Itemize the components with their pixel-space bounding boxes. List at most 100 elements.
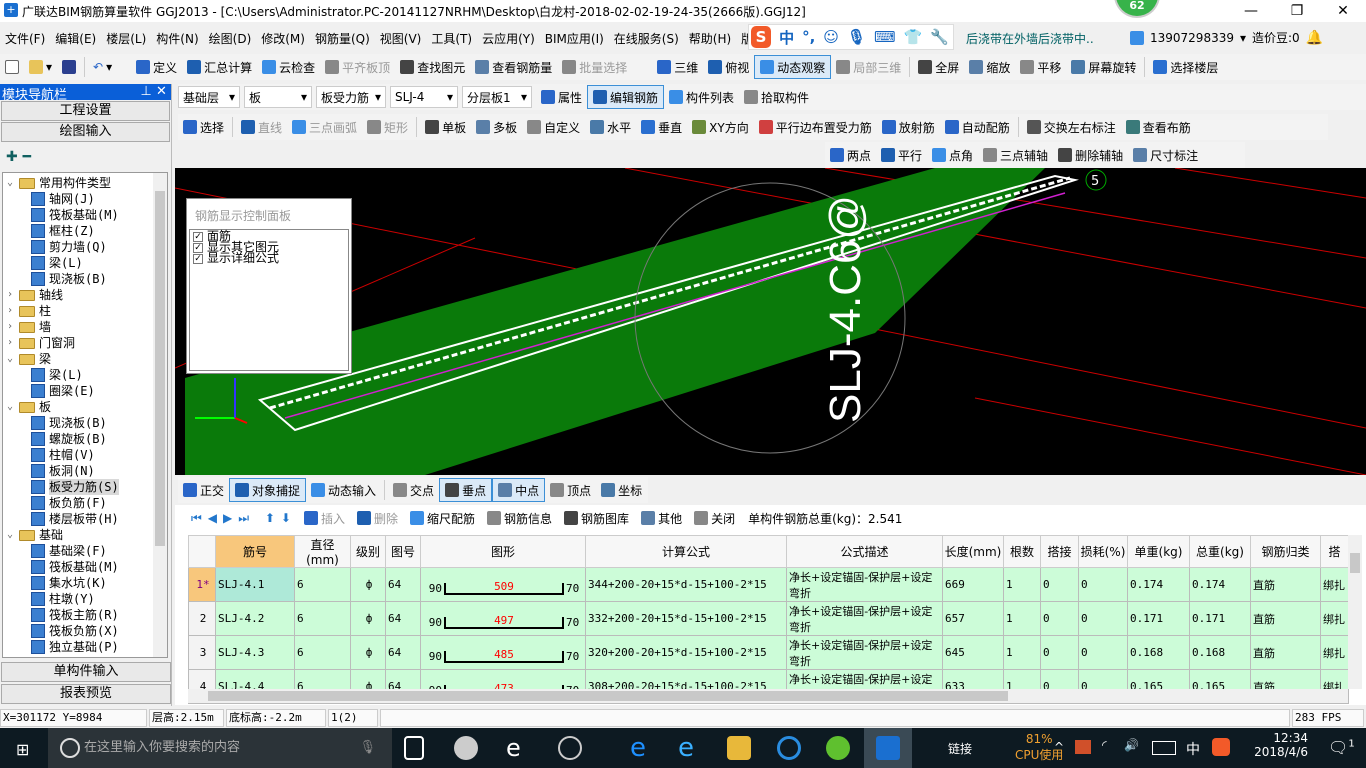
chevron-down-icon[interactable]: ⌄ (7, 175, 19, 191)
cell-code[interactable]: SLJ-4.3 (215, 635, 295, 670)
sogou-tray-icon[interactable] (1212, 738, 1230, 756)
tree-item[interactable]: 现浇板(B) (3, 415, 167, 431)
keyboard-icon[interactable]: ⌨ (874, 28, 896, 46)
toolbar-button[interactable]: 钢筋信息 (482, 506, 557, 530)
toolbar-button[interactable]: 删除辅轴 (1053, 143, 1128, 167)
grid-vscroll[interactable] (1348, 535, 1362, 689)
cell-x[interactable]: 绑扎 (1320, 567, 1349, 602)
tree-item[interactable]: 筏板基础(M) (3, 559, 167, 575)
tree-item[interactable]: 筏板基础(M) (3, 207, 167, 223)
ie-icon[interactable]: e (678, 735, 702, 761)
toolbar-button[interactable]: 两点 (825, 143, 876, 167)
tree-folder[interactable]: › 墙 (3, 319, 167, 335)
toolbar-button[interactable]: 单板 (420, 115, 471, 139)
cell-desc[interactable]: 净长+设定锚固-保护层+设定弯折 (786, 567, 943, 602)
subtype-select[interactable]: 板受力筋 ▾ (316, 86, 386, 108)
column-header[interactable]: 总重(kg) (1189, 535, 1251, 568)
cell-code[interactable]: SLJ-4.1 (215, 567, 295, 602)
tree-item[interactable]: 筏板负筋(X) (3, 623, 167, 639)
tray-chevron-icon[interactable]: ^ (1054, 740, 1064, 754)
toolbar-button[interactable]: 平移 (1015, 55, 1066, 79)
minimize-button[interactable]: — (1228, 0, 1274, 22)
cell-loss[interactable]: 0 (1078, 601, 1128, 636)
menu-item[interactable]: 修改(M) (256, 30, 310, 47)
tree-item[interactable]: 现浇板(B) (3, 271, 167, 287)
layer-select[interactable]: 分层板1 ▾ (462, 86, 532, 108)
chevron-right-icon[interactable]: › (7, 319, 19, 335)
tree-item[interactable]: 轴网(J) (3, 191, 167, 207)
toolbar-button[interactable]: 拾取构件 (739, 85, 814, 109)
cell-cnt[interactable]: 1 (1003, 601, 1041, 636)
toolbar-button[interactable]: 三维 (652, 55, 703, 79)
toolbar-button[interactable]: 平行 (876, 143, 927, 167)
tree-item[interactable]: 楼层板带(H) (3, 511, 167, 527)
toolbar-button[interactable]: 局部三维 (831, 55, 906, 79)
chevron-down-icon[interactable]: ⌄ (7, 527, 19, 543)
cell-lap[interactable]: 0 (1040, 601, 1079, 636)
cell-cls[interactable]: 直筋 (1250, 635, 1321, 670)
toolbar-button[interactable]: 关闭 (689, 506, 740, 530)
toolbar-button[interactable]: 插入 (299, 506, 350, 530)
task-view-icon[interactable] (404, 736, 424, 760)
ie-legacy-icon[interactable]: e (506, 736, 530, 760)
toolbar-button[interactable]: 删除 (352, 506, 403, 530)
cell-code[interactable]: SLJ-4.2 (215, 601, 295, 636)
toolbar-button[interactable]: 平齐板顶 (320, 55, 395, 79)
toolbar-button[interactable]: 垂点 (439, 478, 493, 502)
cell-desc[interactable]: 净长+设定锚固-保护层+设定弯折 (786, 635, 943, 670)
new-file-button[interactable] (0, 55, 24, 79)
cell-loss[interactable]: 0 (1078, 635, 1128, 670)
toolbar-button[interactable]: 查看钢筋量 (470, 55, 557, 79)
glodon-icon[interactable] (777, 736, 801, 760)
pin-close-icons[interactable]: ⊥ ✕ (141, 84, 171, 100)
table-row[interactable]: 2 SLJ-4.2 6 ф 64 90 497 70 332+200-20+15*d-15+10… (188, 601, 1349, 636)
tree-item[interactable]: 基础梁(F) (3, 543, 167, 559)
cell-cnt[interactable]: 1 (1003, 567, 1041, 602)
menu-item[interactable]: 工具(T) (426, 30, 477, 47)
floor-select[interactable]: 基础层 ▾ (178, 86, 240, 108)
tree-item[interactable]: 圈梁(E) (3, 383, 167, 399)
cell-fig[interactable]: 64 (385, 601, 421, 636)
table-row[interactable]: 3 SLJ-4.3 6 ф 64 90 485 70 320+200-20+15*d-15+10… (188, 635, 1349, 670)
toolbar-button[interactable]: 中点 (492, 478, 546, 502)
cell-uw[interactable]: 0.174 (1127, 567, 1190, 602)
row-number[interactable]: 2 (188, 601, 216, 636)
column-header[interactable]: 根数 (1003, 535, 1041, 568)
toolbar-button[interactable]: 全屏 (913, 55, 964, 79)
cell-lap[interactable]: 0 (1040, 635, 1079, 670)
cell-cnt[interactable]: 1 (1003, 635, 1041, 670)
column-header[interactable]: 图号 (385, 535, 421, 568)
file-explorer-icon[interactable] (727, 736, 751, 760)
chevron-right-icon[interactable]: › (7, 335, 19, 351)
row-number[interactable]: 3 (188, 635, 216, 670)
nav-report-preview[interactable]: 报表预览 (1, 684, 171, 704)
toolbar-button[interactable]: 自定义 (522, 115, 585, 139)
tray-link[interactable]: 链接 (948, 740, 972, 757)
cell-uw[interactable]: 0.171 (1127, 601, 1190, 636)
menu-item[interactable]: 绘图(D) (204, 30, 257, 47)
ime-lang[interactable]: 中 (779, 27, 794, 48)
toolbar-button[interactable]: 查找图元 (395, 55, 470, 79)
cell-tw[interactable]: 0.168 (1189, 635, 1251, 670)
tree-item[interactable]: 梁(L) (3, 255, 167, 271)
toolbar-button[interactable]: 矩形 (362, 115, 413, 139)
cell-formula[interactable]: 320+200-20+15*d-15+100-2*15 (585, 635, 787, 670)
toolbar-button[interactable]: 屏幕旋转 (1066, 55, 1141, 79)
cell-x[interactable]: 绑扎 (1320, 601, 1349, 636)
toolbar-button[interactable]: 平行边布置受力筋 (754, 115, 877, 139)
toolbar-button[interactable]: 云检查 (257, 55, 320, 79)
column-header[interactable]: 计算公式 (585, 535, 787, 568)
tree-item[interactable]: 剪力墙(Q) (3, 239, 167, 255)
toolbar-button[interactable]: 俯视 (703, 55, 754, 79)
table-row[interactable]: 1* SLJ-4.1 6 ф 64 90 509 70 344+200-20+15*d-15+1… (188, 567, 1349, 602)
wifi-icon[interactable]: ◜ (1102, 738, 1107, 752)
clock[interactable]: 12:34 2018/4/6 (1248, 731, 1308, 759)
bell-icon[interactable]: 🔔 (1306, 30, 1323, 46)
tree-folder[interactable]: ⌄ 板 (3, 399, 167, 415)
chevron-right-icon[interactable]: › (7, 287, 19, 303)
taskbar-search[interactable]: 在这里输入你要搜索的内容 🎙 (48, 728, 392, 768)
tree-item[interactable]: 筏板主筋(R) (3, 607, 167, 623)
toolbar-button[interactable]: 批量选择 (557, 55, 632, 79)
cell-d[interactable]: 6 (294, 567, 351, 602)
toolbar-button[interactable]: 尺寸标注 (1128, 143, 1203, 167)
